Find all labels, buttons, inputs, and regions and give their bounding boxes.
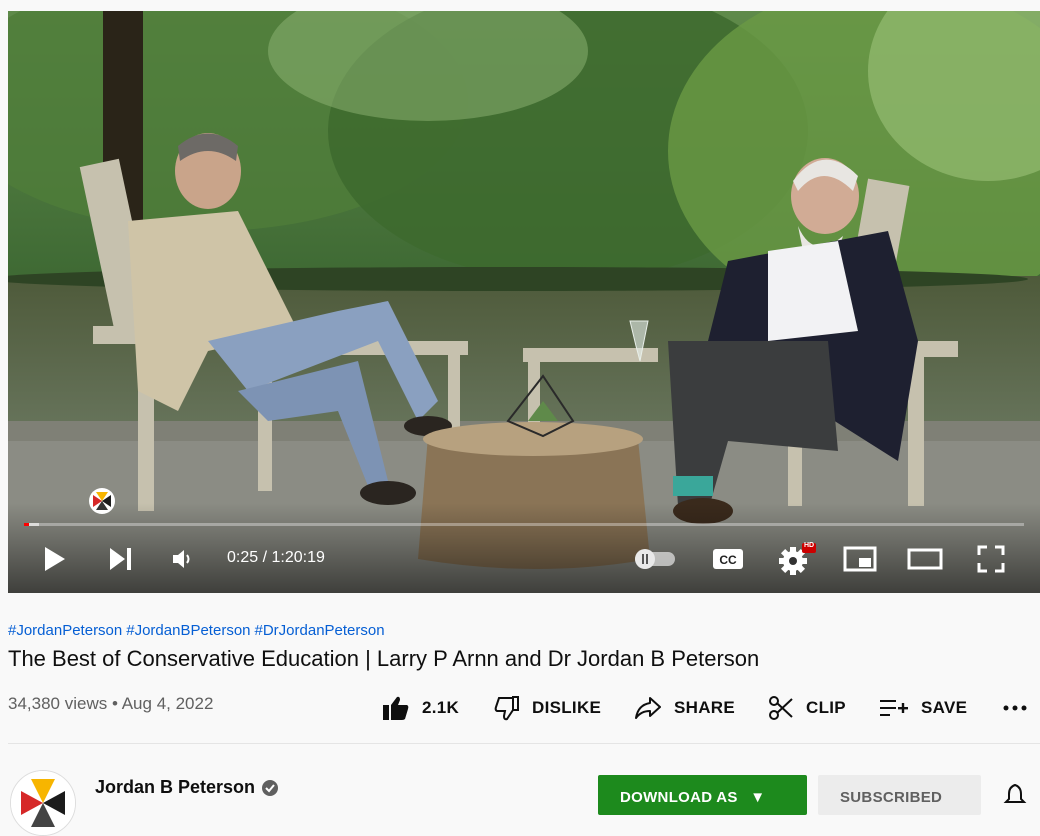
share-button[interactable]: SHARE xyxy=(634,688,735,728)
save-icon xyxy=(880,700,908,716)
like-count: 2.1K xyxy=(422,698,460,717)
settings-button[interactable]: HD xyxy=(776,542,816,575)
captions-button[interactable]: CC xyxy=(710,543,746,575)
verified-icon xyxy=(262,780,278,796)
clip-button[interactable]: CLIP xyxy=(768,688,846,728)
autoplay-toggle[interactable] xyxy=(630,543,680,575)
like-icon xyxy=(383,696,409,720)
like-button[interactable]: 2.1K xyxy=(382,688,459,728)
fullscreen-icon xyxy=(977,545,1005,573)
captions-icon: CC xyxy=(713,549,743,569)
more-actions-button[interactable] xyxy=(1003,688,1039,728)
video-title: The Best of Conservative Education | Lar… xyxy=(8,646,760,671)
download-label: DOWNLOAD AS xyxy=(620,789,738,806)
miniplayer-icon xyxy=(843,546,877,572)
next-icon xyxy=(110,548,131,570)
played-bar xyxy=(24,523,30,526)
autoplay-toggle-icon xyxy=(635,549,675,569)
section-divider xyxy=(8,743,1040,744)
fullscreen-button[interactable] xyxy=(974,543,1008,575)
theater-mode-button[interactable] xyxy=(906,543,944,575)
svg-text:CC: CC xyxy=(719,553,737,567)
hashtag-list: #JordanPeterson #JordanBPeterson #DrJordan… xyxy=(8,622,389,639)
save-label: SAVE xyxy=(921,698,968,717)
channel-name[interactable]: Jordan B Peterson xyxy=(95,777,255,798)
bell-icon[interactable] xyxy=(1003,783,1027,807)
play-button[interactable] xyxy=(38,543,70,575)
hd-badge: HD xyxy=(804,542,815,549)
more-icon xyxy=(1003,705,1027,711)
clip-icon xyxy=(769,696,793,720)
download-button[interactable]: DOWNLOAD AS ▼ xyxy=(598,775,807,815)
hashtag-link[interactable]: #DrJordanPeterson xyxy=(255,622,385,639)
hashtag-link[interactable]: #JordanPeterson xyxy=(8,622,122,639)
time-display: 0:25 / 1:20:19 xyxy=(227,549,325,566)
next-button[interactable] xyxy=(104,543,136,575)
channel-avatar[interactable] xyxy=(10,770,76,836)
miniplayer-button[interactable] xyxy=(842,543,878,575)
controls-gradient xyxy=(8,503,1040,593)
chevron-down-icon: ▼ xyxy=(750,789,766,806)
dislike-button[interactable]: DISLIKE xyxy=(494,688,601,728)
hashtag-link[interactable]: #JordanBPeterson xyxy=(126,622,250,639)
subscribed-button[interactable]: SUBSCRIBED xyxy=(818,775,981,815)
progress-bar[interactable] xyxy=(24,523,1024,526)
save-button[interactable]: SAVE xyxy=(879,688,967,728)
dislike-label: DISLIKE xyxy=(532,698,602,717)
dislike-icon xyxy=(494,696,519,721)
volume-icon xyxy=(173,550,190,568)
play-icon xyxy=(45,547,65,571)
volume-button[interactable] xyxy=(166,543,198,575)
theater-icon xyxy=(907,548,943,570)
channel-watermark[interactable] xyxy=(88,487,116,515)
clip-label: CLIP xyxy=(806,698,846,717)
share-label: SHARE xyxy=(674,698,736,717)
video-player[interactable]: 0:25 / 1:20:19 CC HD xyxy=(8,11,1040,593)
share-icon xyxy=(635,697,661,719)
action-bar: 2.1K DISLIKE SHARE CLIP SAVE xyxy=(0,688,1040,728)
